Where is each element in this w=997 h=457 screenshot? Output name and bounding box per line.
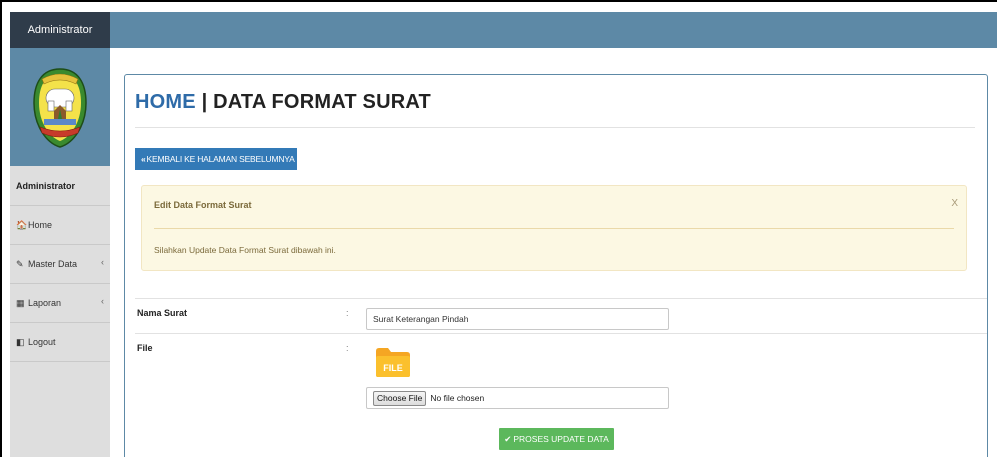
page-title-text: DATA FORMAT SURAT xyxy=(213,91,431,113)
alert-title: Edit Data Format Surat xyxy=(154,200,252,210)
sidebar-brand[interactable]: Administrator xyxy=(10,12,110,48)
double-chevron-left-icon: « xyxy=(141,154,146,164)
sidebar-item-label: Laporan xyxy=(28,298,62,308)
form-divider xyxy=(135,298,987,299)
sidebar-item-home[interactable]: 🏠 Home xyxy=(10,206,110,245)
content-panel: HOME | DATA FORMAT SURAT « KEMBALI KE HA… xyxy=(124,74,988,457)
file-upload-input[interactable]: Choose File No file chosen xyxy=(366,387,669,409)
nama-surat-label: Nama Surat xyxy=(137,308,188,318)
file-icon-text: FILE xyxy=(383,363,403,373)
sidebar-item-laporan[interactable]: ▦ Laporan ‹ xyxy=(10,284,110,323)
sidebar-user-name: Administrator xyxy=(10,166,110,206)
file-label: File xyxy=(137,343,153,353)
sidebar-item-label: Logout xyxy=(28,337,56,347)
home-icon: 🏠 xyxy=(16,219,28,230)
sidebar-item-label: Master Data xyxy=(28,259,78,269)
app-window: Administrator Administrator 🏠 Home ✎ Mas… xyxy=(0,0,997,457)
nama-surat-input[interactable] xyxy=(366,308,669,330)
sidebar-item-label: Home xyxy=(28,220,53,230)
sidebar: Administrator 🏠 Home ✎ Master Data ‹ ▦ L… xyxy=(10,48,110,457)
page-title-separator: | xyxy=(195,91,214,113)
no-file-chosen-text: No file chosen xyxy=(430,393,485,403)
choose-file-button[interactable]: Choose File xyxy=(373,390,427,406)
alert-message: Silahkan Update Data Format Surat dibawa… xyxy=(154,245,336,255)
nama-surat-colon: : xyxy=(346,308,349,318)
file-colon: : xyxy=(346,343,349,353)
alert-divider xyxy=(154,228,954,229)
logo-area xyxy=(10,48,110,166)
page-title-home[interactable]: HOME xyxy=(135,91,196,113)
top-navbar xyxy=(110,12,997,48)
user-name-label: Administrator xyxy=(16,180,76,191)
folder-file-icon: FILE xyxy=(376,348,410,377)
alert-close-button[interactable]: X xyxy=(951,198,958,209)
page-title: HOME | DATA FORMAT SURAT xyxy=(135,91,431,114)
calendar-icon: ▦ xyxy=(16,297,25,308)
brand-label: Administrator xyxy=(27,24,93,36)
back-button-label: KEMBALI KE HALAMAN SEBELUMNYA xyxy=(146,154,295,164)
sidebar-item-master-data[interactable]: ✎ Master Data ‹ xyxy=(10,245,110,284)
logout-icon: ◧ xyxy=(16,336,25,347)
submit-button-label: PROSES UPDATE DATA xyxy=(513,434,609,444)
back-button[interactable]: « KEMBALI KE HALAMAN SEBELUMNYA xyxy=(135,148,297,170)
form-divider xyxy=(135,333,987,334)
submit-update-button[interactable]: ✔ PROSES UPDATE DATA xyxy=(499,428,614,450)
edit-icon: ✎ xyxy=(16,258,24,269)
title-divider xyxy=(135,127,975,128)
chevron-left-icon: ‹ xyxy=(101,296,104,306)
chevron-left-icon: ‹ xyxy=(101,257,104,267)
sidebar-item-logout[interactable]: ◧ Logout xyxy=(10,323,110,362)
regency-emblem-logo xyxy=(33,68,87,148)
info-alert: Edit Data Format Surat X Silahkan Update… xyxy=(141,185,967,271)
check-icon: ✔ xyxy=(504,433,512,444)
